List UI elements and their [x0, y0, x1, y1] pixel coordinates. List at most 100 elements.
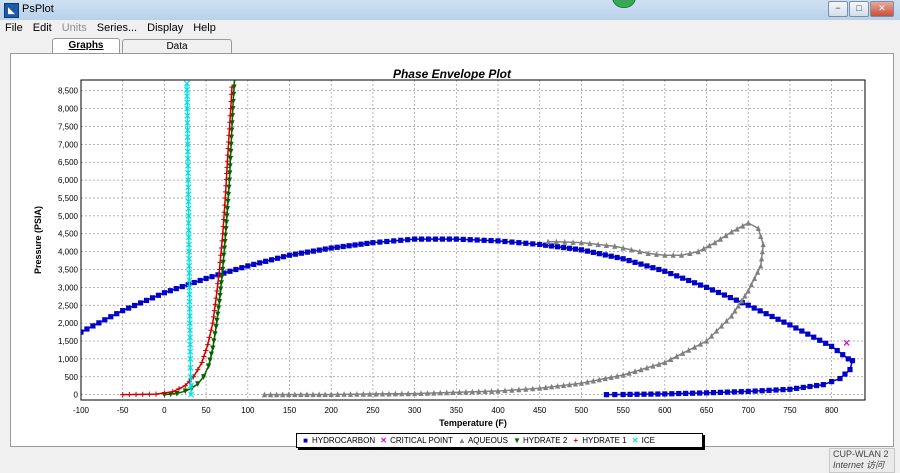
- point-hydrocarbon: [603, 392, 610, 398]
- tab-strip: Graphs Data: [10, 38, 890, 54]
- point-hydrocarbon: [530, 241, 536, 247]
- point-hydrocarbon: [829, 343, 835, 349]
- x-tick-label: 500: [575, 406, 589, 415]
- maximize-button[interactable]: □: [849, 1, 869, 17]
- legend-label: ICE: [641, 436, 655, 445]
- y-tick-label: 8,000: [58, 105, 79, 114]
- point-hydrocarbon: [358, 241, 364, 247]
- point-hydrocarbon: [634, 391, 640, 397]
- x-tick-label: 250: [366, 406, 380, 415]
- point-hydrocarbon: [696, 390, 703, 396]
- point-hydrocarbon: [126, 305, 132, 311]
- point-hydrate-2: [211, 338, 217, 345]
- y-tick-label: 1,000: [58, 355, 79, 364]
- x-tick-label: -100: [73, 406, 90, 415]
- point-hydrocarbon: [334, 244, 340, 250]
- menu-file[interactable]: File: [0, 20, 28, 36]
- point-hydrocarbon: [632, 259, 638, 265]
- point-hydrocarbon: [710, 390, 717, 396]
- menu-edit[interactable]: Edit: [28, 20, 57, 36]
- point-hydrocarbon: [233, 266, 239, 273]
- menu-series[interactable]: Series...: [92, 20, 142, 36]
- point-hydrocarbon: [674, 273, 680, 279]
- point-hydrocarbon: [834, 347, 840, 354]
- x-axis-label: Temperature (F): [439, 418, 507, 428]
- point-hydrocarbon: [102, 317, 108, 323]
- point-aqueous: [717, 236, 724, 242]
- point-hydrocarbon: [155, 292, 162, 298]
- legend-marker-icon: ▼: [512, 436, 521, 445]
- legend-label: AQUEOUS: [467, 436, 508, 445]
- point-hydrocarbon: [738, 389, 744, 395]
- menu-units[interactable]: Units: [57, 20, 92, 36]
- point-hydrocarbon: [662, 391, 668, 397]
- point-hydrocarbon: [717, 389, 724, 395]
- phase-envelope-chart: -100 -50 0 50 100 150 200 250 300 350 400 450 500 550…: [33, 79, 866, 428]
- series-line-hydrate-2: [164, 80, 236, 396]
- point-hydrocarbon: [391, 238, 397, 244]
- point-hydrocarbon: [731, 389, 737, 395]
- point-hydrate-2: [218, 280, 224, 287]
- point-hydrate-1: [146, 391, 152, 397]
- y-tick-label: 1,500: [58, 337, 79, 346]
- tab-graphs[interactable]: Graphs: [52, 38, 120, 54]
- point-hydrocarbon: [453, 236, 459, 242]
- point-hydrocarbon: [280, 254, 287, 260]
- legend-marker-icon: ▲: [457, 436, 466, 445]
- point-hydrate-1: [203, 347, 209, 354]
- y-tick-label: 500: [65, 373, 79, 382]
- point-hydrocarbon: [805, 331, 811, 337]
- series-hydrate-2: [161, 80, 237, 398]
- point-hydrocarbon: [263, 258, 269, 264]
- x-tick-label: 300: [408, 406, 422, 415]
- point-hydrocarbon: [676, 390, 682, 397]
- menu-help[interactable]: Help: [188, 20, 221, 36]
- point-hydrate-1: [133, 391, 139, 398]
- point-hydrocarbon: [84, 326, 90, 332]
- point-hydrocarbon: [692, 280, 698, 286]
- point-hydrocarbon: [269, 257, 275, 263]
- point-hydrocarbon: [446, 236, 452, 242]
- point-hydrocarbon: [173, 286, 179, 292]
- point-hydrate-2: [224, 206, 231, 212]
- legend-item-hydrate-2: ▼ HYDRATE 2: [513, 436, 567, 445]
- point-hydrocarbon: [781, 319, 787, 325]
- point-hydrocarbon: [179, 284, 185, 290]
- point-hydrocarbon: [203, 275, 209, 282]
- point-hydrocarbon: [650, 265, 656, 271]
- menu-display[interactable]: Display: [142, 20, 188, 36]
- point-hydrocarbon: [721, 292, 728, 298]
- point-hydrocarbon: [316, 247, 322, 253]
- point-hydrocarbon: [669, 391, 675, 397]
- point-hydrocarbon: [727, 294, 733, 301]
- minimize-button[interactable]: −: [828, 1, 848, 17]
- point-hydrocarbon: [274, 255, 281, 261]
- point-hydrocarbon: [495, 238, 501, 244]
- point-hydrate-1: [224, 158, 231, 164]
- point-hydrocarbon: [811, 334, 817, 340]
- point-hydrocarbon: [81, 329, 84, 335]
- point-hydrate-2: [208, 351, 214, 358]
- tab-data[interactable]: Data: [122, 39, 232, 54]
- point-hydrocarbon: [668, 270, 674, 277]
- close-button[interactable]: ✕: [870, 1, 894, 17]
- legend-item-hydrate-1: + HYDRATE 1: [572, 436, 626, 445]
- point-hydrocarbon: [467, 237, 473, 243]
- point-hydrocarbon: [328, 245, 334, 251]
- point-hydrocarbon: [418, 236, 425, 242]
- point-aqueous: [760, 241, 766, 248]
- legend-label: CRITICAL POINT: [390, 436, 453, 445]
- legend-marker-icon: ■: [303, 436, 308, 445]
- point-hydrocarbon: [425, 236, 432, 242]
- y-tick-label: 2,000: [58, 319, 79, 328]
- point-hydrocarbon: [590, 249, 596, 255]
- point-aqueous: [758, 255, 765, 262]
- point-hydrocarbon: [137, 300, 144, 306]
- x-tick-label: 750: [783, 406, 797, 415]
- point-hydrocarbon: [322, 246, 328, 252]
- point-hydrocarbon: [132, 302, 138, 309]
- point-hydrate-2: [222, 239, 228, 245]
- point-hydrocarbon: [799, 328, 805, 334]
- point-hydrocarbon: [814, 382, 820, 389]
- point-hydrocarbon: [197, 277, 203, 284]
